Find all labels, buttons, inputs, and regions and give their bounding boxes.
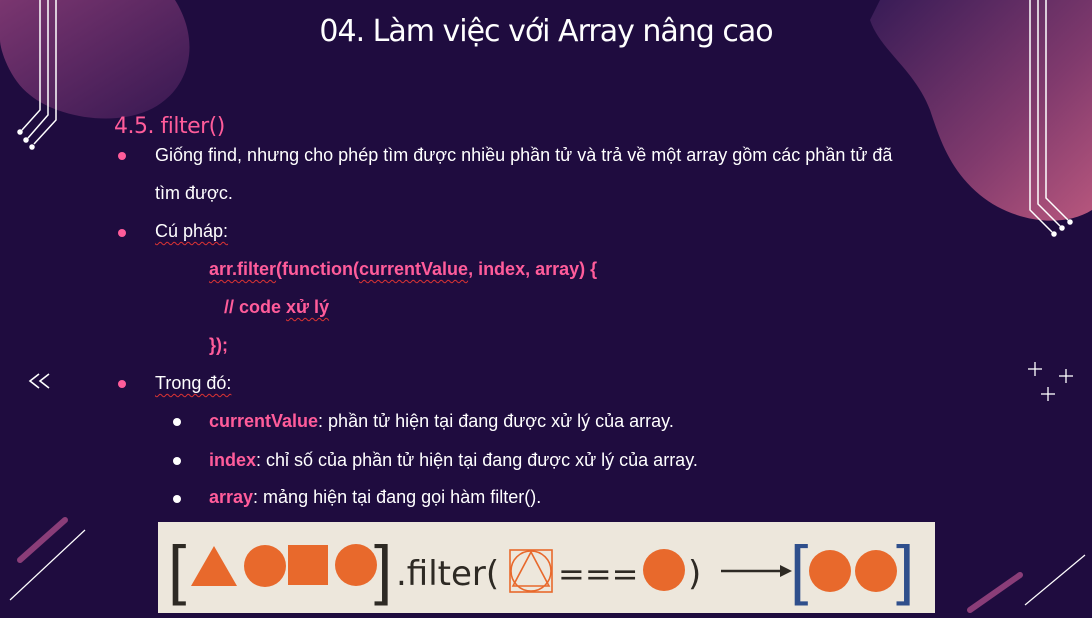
code-function: (function(	[276, 259, 360, 279]
bullet-marker	[118, 229, 126, 237]
sub-bullet-marker	[173, 495, 181, 503]
triangle-shape	[191, 546, 237, 586]
filter-illustration: [ ] .filter( === ) [ ]	[158, 522, 935, 613]
param-index: index: chỉ số của phần tử hiện tại đang …	[209, 450, 698, 471]
close-bracket: ]	[374, 532, 392, 606]
code-comment: // code	[224, 297, 287, 317]
syntax-label: Cú pháp:	[155, 221, 228, 242]
diagonal-strokes-right	[967, 554, 1086, 613]
filter-illustration-graphic: [ ] .filter( === ) [ ]	[168, 532, 914, 606]
code-line-1: arr.filter(function(currentValue, index,…	[209, 259, 597, 280]
param-desc: : mảng hiện tại đang gọi hàm filter().	[253, 487, 542, 507]
param-name: currentValue	[209, 411, 319, 431]
circle-shape	[643, 549, 685, 591]
plus-sparkle-icon	[1028, 362, 1073, 401]
sub-bullet-marker	[173, 418, 181, 426]
square-shape	[288, 545, 328, 585]
slide-title-text: 04. Làm việc với Array nâng cao	[319, 14, 773, 49]
close-paren: )	[688, 554, 701, 594]
param-current-value: currentValue: phần tử hiện tại đang được…	[209, 411, 674, 432]
param-name: index	[209, 450, 257, 470]
where-label-text: Trong đó:	[155, 373, 232, 393]
where-label: Trong đó:	[155, 373, 231, 394]
param-desc: : chỉ số của phần tử hiện tại đang được …	[256, 450, 698, 470]
bullet-marker	[118, 152, 126, 160]
slide-title: 04. Làm việc với Array nâng cao	[0, 14, 1092, 49]
code-line-2: // code xử lý	[224, 297, 329, 318]
param-array: array: mảng hiện tại đang gọi hàm filter…	[209, 487, 541, 508]
code-args: , index, array) {	[468, 259, 598, 279]
code-comment-text: xử lý	[286, 297, 330, 317]
shape-outline-icon	[509, 549, 553, 593]
result-circle-shape	[855, 550, 897, 592]
description-line-2: tìm được.	[155, 183, 233, 203]
filter-method-text: .filter(	[396, 554, 499, 594]
circle-shape	[244, 545, 286, 587]
param-name: array	[209, 487, 254, 507]
slide: 04. Làm việc với Array nâng cao 4.5. fil…	[0, 0, 1092, 618]
bullet-marker	[118, 380, 126, 388]
result-open-bracket: [	[790, 532, 808, 606]
syntax-label-text: Cú pháp:	[155, 221, 229, 241]
code-line-3: });	[209, 335, 228, 355]
param-desc: : phần tử hiện tại đang được xử lý của a…	[318, 411, 674, 431]
result-circle-shape	[809, 550, 851, 592]
open-bracket: [	[168, 532, 186, 606]
code-current-value: currentValue	[359, 259, 469, 279]
code-arr-filter: arr.filter	[209, 259, 277, 279]
sub-bullet-marker	[173, 457, 181, 465]
double-left-arrow-icon[interactable]	[27, 371, 53, 397]
result-close-bracket: ]	[896, 532, 914, 606]
description-line-1: Giống find, nhưng cho phép tìm được nhiề…	[155, 145, 893, 165]
section-heading: 4.5. filter()	[114, 114, 225, 139]
diagonal-strokes-left	[9, 517, 86, 601]
circle-shape	[335, 544, 377, 586]
strict-equal-operator: ===	[558, 555, 638, 593]
